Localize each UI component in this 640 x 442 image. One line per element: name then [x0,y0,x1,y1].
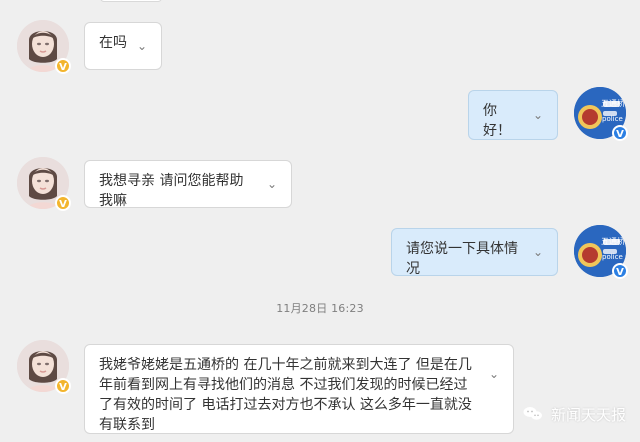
message-bubble[interactable]: 请您说一下具体情况 ⌄ [391,228,558,277]
wechat-icon [523,407,542,420]
avatar[interactable]: V [17,340,71,394]
avatar[interactable]: V [17,20,71,74]
message-text: 在吗 [99,35,127,51]
verified-badge: V [55,58,71,74]
avatar[interactable]: 五通桥 police V [574,225,628,279]
message-timestamp: 11月28日 16:23 [276,302,364,315]
avatar[interactable]: V [17,157,71,211]
verified-badge: V [55,378,71,394]
brand-label-top: 五通桥 [601,236,625,246]
avatar[interactable]: 五通桥 police V [574,87,628,141]
brand-label-top: 五通桥 [601,98,625,108]
clipped-message-fragment [100,0,162,2]
chevron-down-icon[interactable]: ⌄ [531,245,545,259]
chevron-down-icon[interactable]: ⌄ [135,39,149,53]
message-text: 请您说一下具体情况 [406,241,518,277]
verified-badge: V [612,125,628,141]
message-text: 我姥爷姥姥是五通桥的 在几十年之前就来到大连了 但是在几年前看到网上有寻找他们的… [99,357,472,433]
chat-window: V 在吗 ⌄ 你好！ ⌄ 五通桥 police V V 我想寻亲 请问您能帮助我… [0,0,640,442]
verified-badge: V [55,195,71,211]
watermark: 新闻天天报 [521,402,626,426]
message-bubble[interactable]: 我想寻亲 请问您能帮助我嘛 ⌄ [84,160,292,209]
brand-label-bottom: police [602,115,623,123]
watermark-text: 新闻天天报 [550,405,626,424]
message-bubble[interactable]: 我姥爷姥姥是五通桥的 在几十年之前就来到大连了 但是在几年前看到网上有寻找他们的… [84,344,514,434]
message-bubble[interactable]: 你好！ ⌄ [468,90,558,140]
message-bubble[interactable]: 在吗 ⌄ [84,22,162,70]
verified-badge: V [612,263,628,279]
chevron-down-icon[interactable]: ⌄ [265,177,279,191]
message-text: 我想寻亲 请问您能帮助我嘛 [99,173,244,209]
message-text: 你好！ [483,103,511,139]
chevron-down-icon[interactable]: ⌄ [531,108,545,122]
chevron-down-icon[interactable]: ⌄ [487,367,501,381]
brand-label-bottom: police [602,253,623,261]
